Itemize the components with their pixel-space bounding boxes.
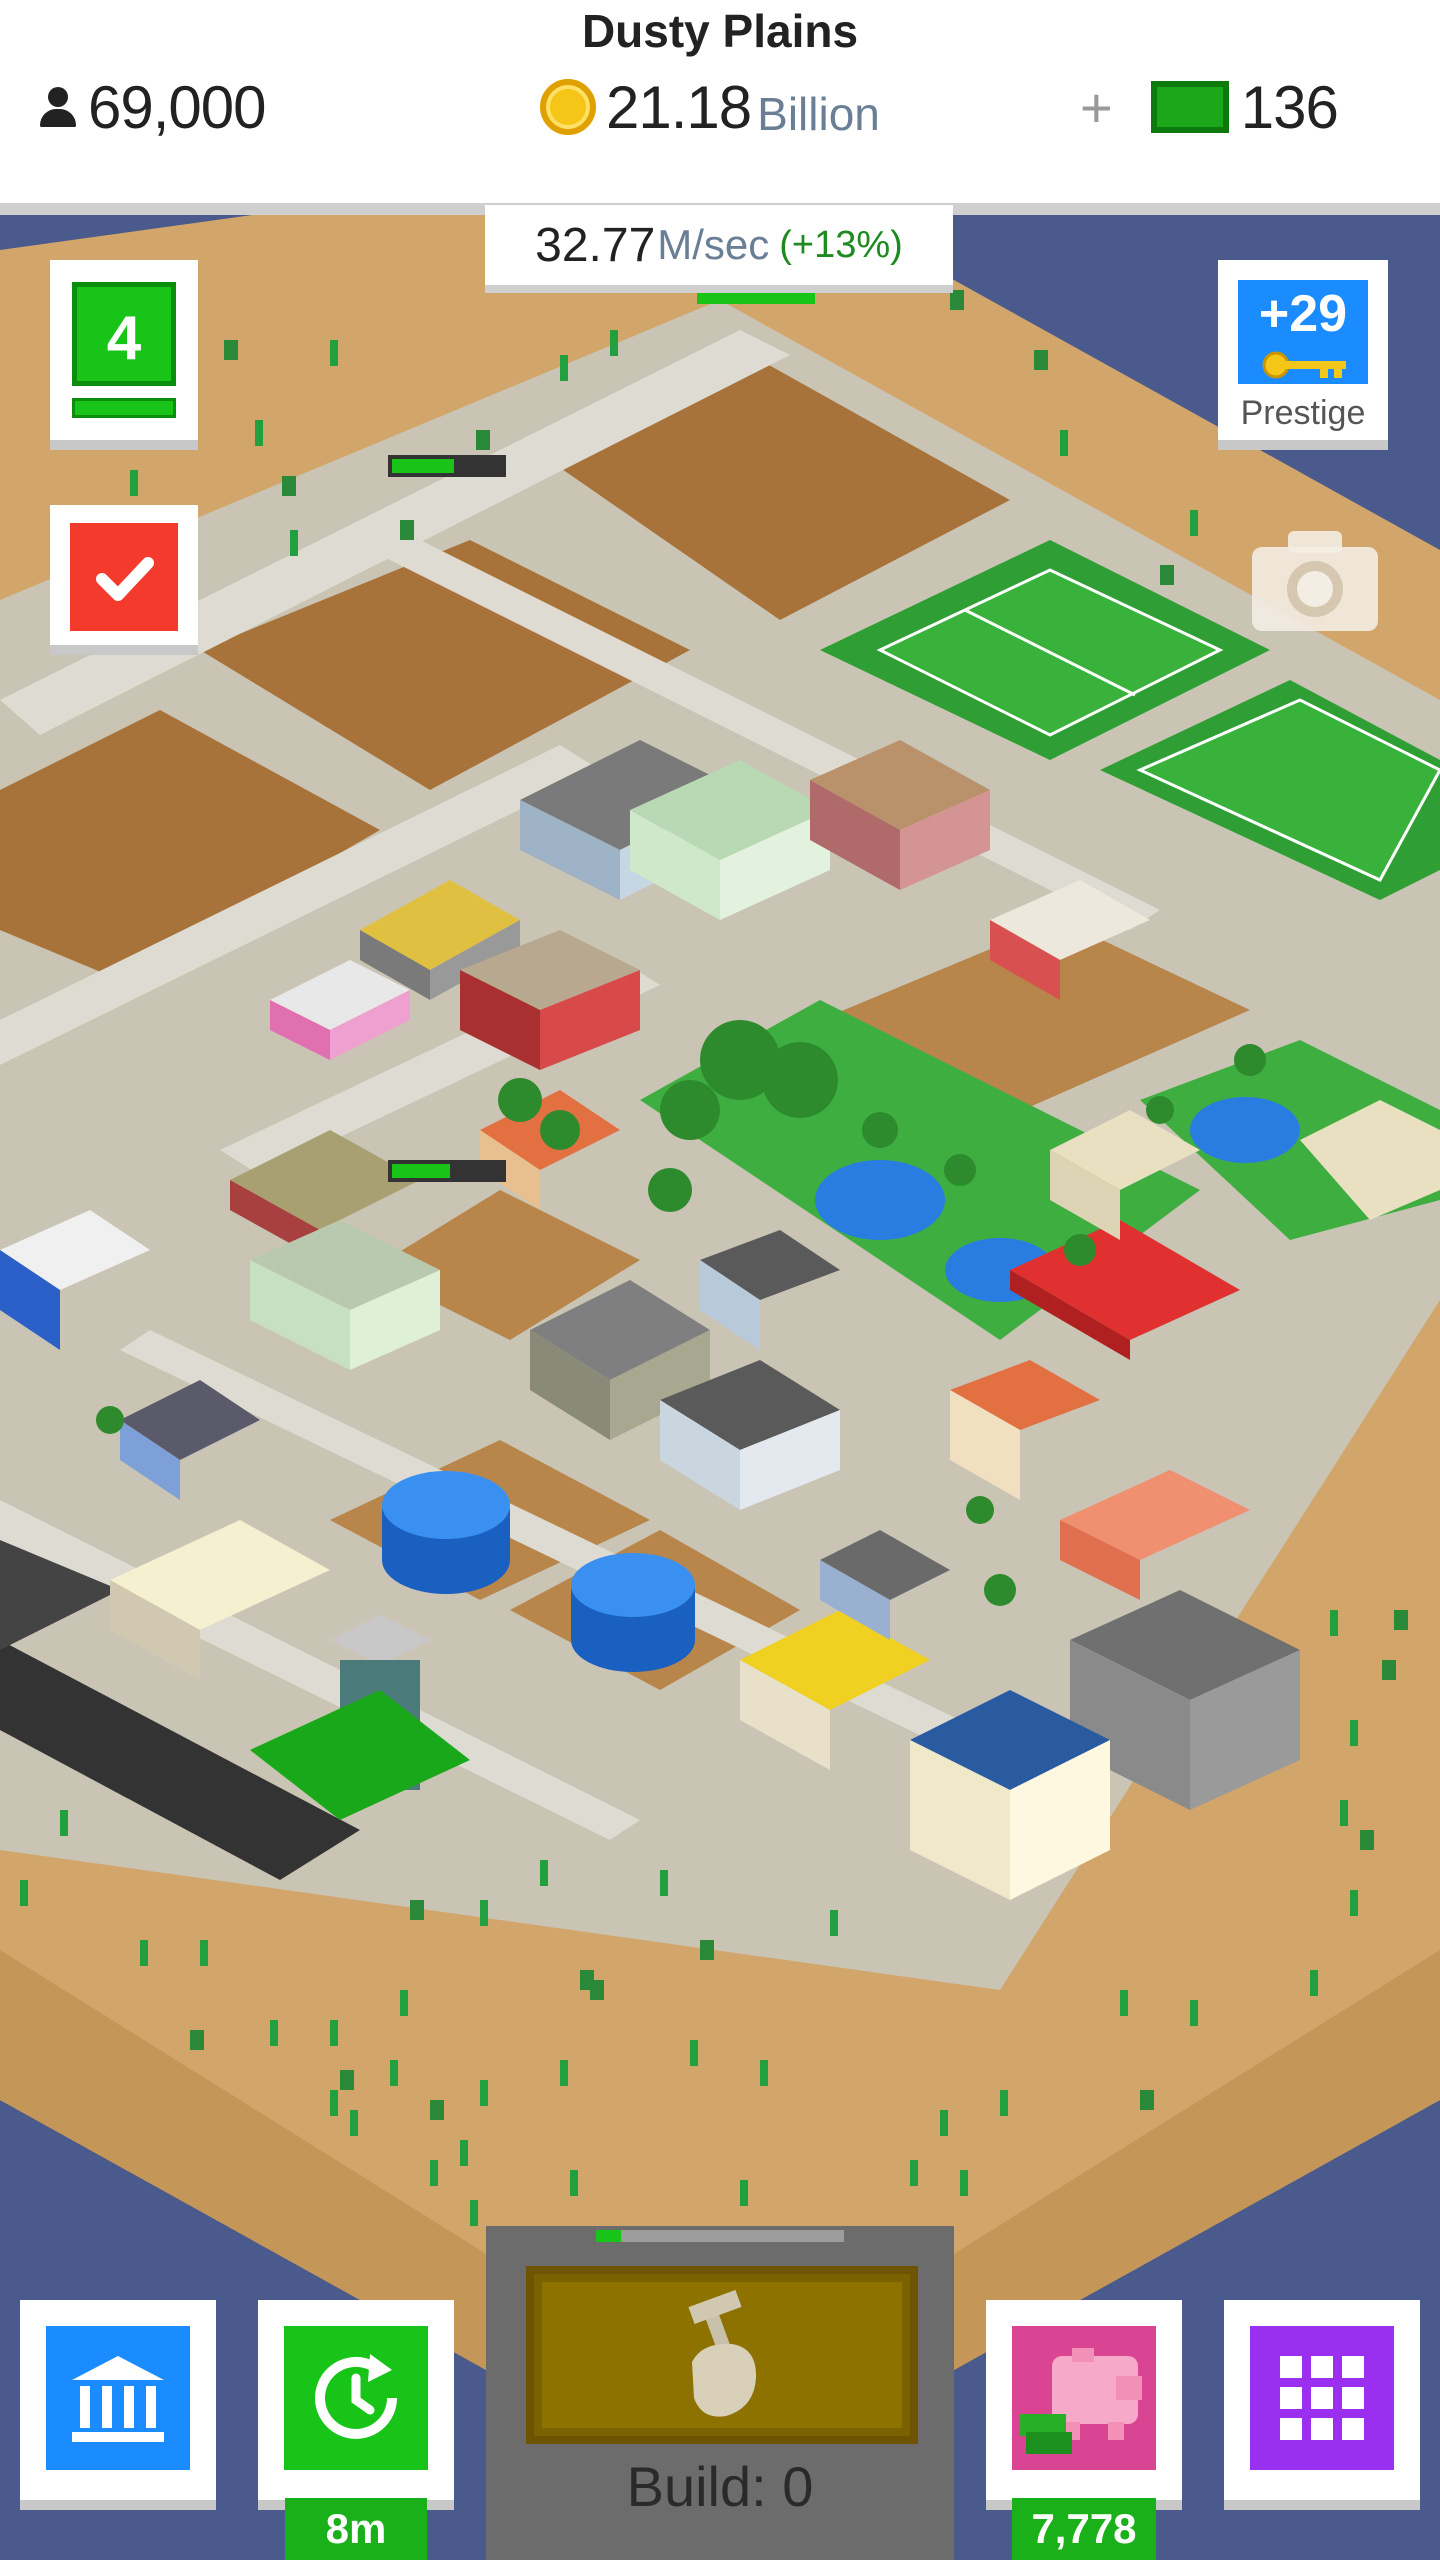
clock-refresh-icon [284, 2326, 428, 2470]
prestige-badge: +29 [1238, 280, 1368, 384]
menu-button[interactable] [1224, 2300, 1420, 2510]
piggy-bank-amount: 7,778 [1012, 2498, 1156, 2560]
prestige-label: Prestige [1240, 394, 1366, 432]
level-button[interactable]: 4 [50, 260, 198, 450]
population-counter: 69,000 [36, 72, 267, 142]
income-rate[interactable]: 32.77 M/sec (+13%) [485, 205, 953, 293]
camera-icon [1252, 531, 1378, 631]
camera-button[interactable] [1248, 525, 1382, 635]
build-button[interactable] [526, 2266, 918, 2444]
income-unit: M/sec [657, 221, 770, 268]
prestige-count: +29 [1258, 285, 1348, 343]
money-counter: 21.18 Billion [540, 72, 880, 142]
prestige-button[interactable]: +29 Prestige [1218, 260, 1388, 450]
money-unit: Billion [757, 88, 880, 140]
build-progress-fill [596, 2230, 621, 2242]
hammer-hand-icon [688, 2289, 757, 2417]
coin-icon [540, 79, 596, 135]
cash-bill-icon [1150, 81, 1229, 133]
cash-counter[interactable]: + 136 [1080, 72, 1339, 142]
person-icon [36, 85, 80, 129]
key-icon [1262, 351, 1346, 379]
piggy-bank-icon [1012, 2326, 1156, 2470]
tasks-button[interactable] [50, 505, 198, 655]
city-name: Dusty Plains [581, 5, 859, 57]
add-cash-button[interactable]: + [1080, 75, 1113, 140]
income-value: 32.77 [535, 218, 656, 272]
boost-button[interactable] [258, 2300, 454, 2510]
piggy-bank-button[interactable] [986, 2300, 1182, 2510]
bank-icon [46, 2326, 190, 2470]
level-number: 4 [72, 282, 176, 386]
cash-value: 136 [1240, 73, 1339, 141]
grid-icon [1250, 2326, 1394, 2470]
checkmark-icon [70, 523, 178, 631]
money-value: 21.18 [606, 73, 752, 141]
build-button-face [542, 2282, 902, 2428]
population-value: 69,000 [88, 73, 267, 141]
income-bonus: (+13%) [779, 223, 903, 266]
boost-timer: 8m [285, 2498, 427, 2560]
build-label: Build: 0 [626, 2455, 814, 2518]
build-panel[interactable]: Build: 0 [486, 2226, 954, 2560]
build-progress-bar [596, 2230, 844, 2242]
top-bar: Dusty Plains 69,000 21.18 Billion + 136 [0, 0, 1440, 205]
bank-button[interactable] [20, 2300, 216, 2510]
level-progress-bar [72, 398, 176, 418]
